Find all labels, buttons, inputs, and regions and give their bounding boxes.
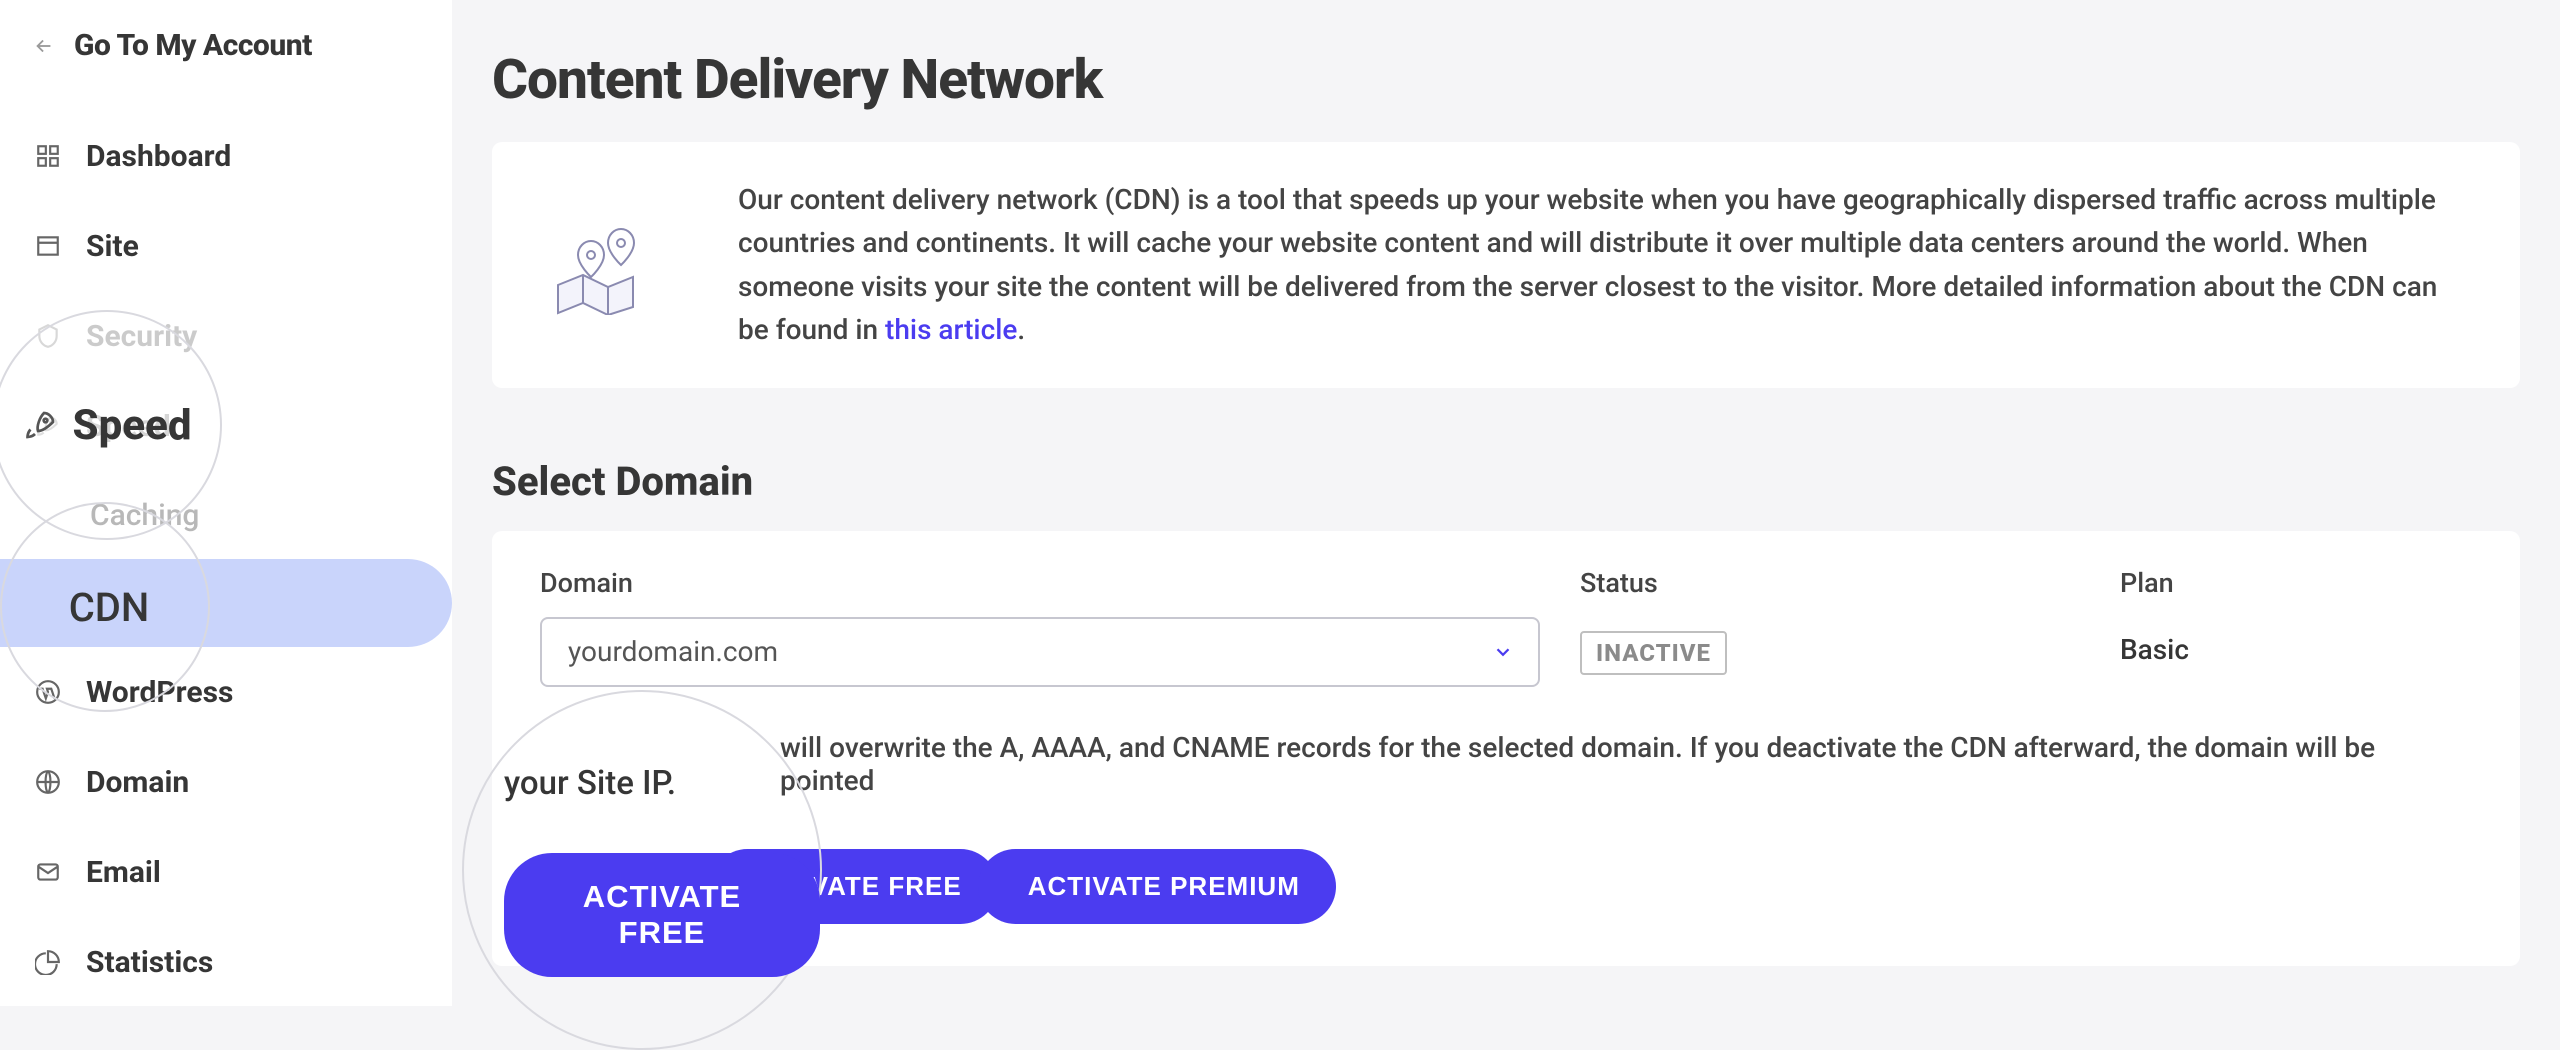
sidebar-item-label: Site [86,229,139,264]
cta-row: ACTIVATE FREE ACTIVATE PREMIUM [540,849,2472,924]
mail-icon [32,856,64,888]
plan-value: Basic [2120,617,2472,666]
status-badge: INACTIVE [1580,631,1727,675]
col-domain-head: Domain [540,567,1540,599]
dashboard-icon [32,140,64,172]
chevron-down-icon [1492,641,1514,663]
sidebar-item-label: WordPress [86,675,233,710]
sidebar-item-label: Dashboard [86,139,231,174]
sidebar-item-site[interactable]: Site [0,201,452,291]
overwrite-note: will overwrite the A, AAAA, and CNAME re… [540,731,2472,797]
map-pins-icon [548,215,658,315]
col-status-head: Status [1580,567,2080,599]
main-content: Content Delivery Network Our content del… [452,0,2560,1006]
domain-card: Domain yourdomain.com Status INACTIVE Pl… [492,531,2520,966]
sidebar-sub-caching[interactable]: Caching [0,471,452,559]
intro-card: Our content delivery network (CDN) is a … [492,142,2520,388]
domain-select[interactable]: yourdomain.com [540,617,1540,687]
pie-chart-icon [32,946,64,978]
sidebar-item-label: Caching [90,498,199,533]
sidebar-item-email[interactable]: Email [0,827,452,917]
sidebar-item-label: Statistics [86,945,213,980]
page-title: Content Delivery Network [492,48,2520,112]
rocket-icon [32,410,64,442]
sidebar-item-statistics[interactable]: Statistics [0,917,452,1007]
sidebar-item-security[interactable]: Security [0,291,452,381]
sidebar-item-label: CDN [90,586,150,621]
col-plan-head: Plan [2120,567,2472,599]
sidebar-item-label: Security [86,319,197,354]
section-title: Select Domain [492,458,2520,505]
sidebar-item-speed[interactable]: Speed [0,381,452,471]
sidebar-item-wordpress[interactable]: WordPress [0,647,452,737]
shield-icon [32,320,64,352]
sidebar: Go To My Account Dashboard Site Security… [0,0,452,1006]
sidebar-item-label: Email [86,855,161,890]
sidebar-item-label: Domain [86,765,189,800]
site-icon [32,230,64,262]
domain-select-value: yourdomain.com [568,635,778,668]
wordpress-icon [32,676,64,708]
sidebar-item-dashboard[interactable]: Dashboard [0,111,452,201]
activate-free-button[interactable]: ACTIVATE FREE [710,849,998,924]
back-label: Go To My Account [74,28,312,63]
globe-icon [32,766,64,798]
back-to-account[interactable]: Go To My Account [0,28,452,63]
intro-text: Our content delivery network (CDN) is a … [738,178,2460,352]
sidebar-item-label: Speed [86,409,171,444]
activate-premium-button[interactable]: ACTIVATE PREMIUM [978,849,1336,924]
sidebar-sub-cdn[interactable]: CDN [0,559,452,647]
arrow-left-icon [32,34,56,58]
domain-row: Domain yourdomain.com Status INACTIVE Pl… [540,567,2472,687]
sidebar-item-domain[interactable]: Domain [0,737,452,827]
intro-link[interactable]: this article [885,313,1017,346]
intro-tail: . [1017,313,1025,346]
